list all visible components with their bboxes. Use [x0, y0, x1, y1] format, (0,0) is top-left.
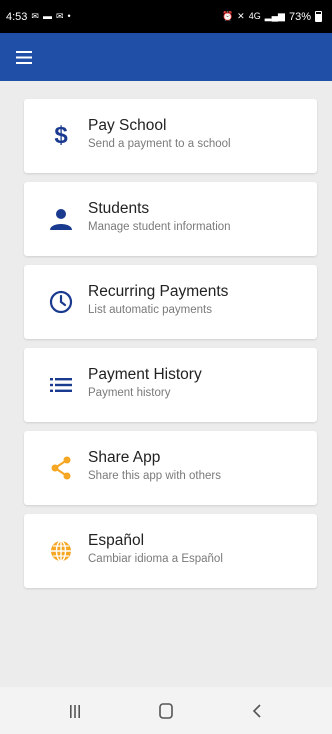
menu-item-students[interactable]: Students Manage student information: [24, 182, 317, 256]
menu-item-subtitle: Cambiar idioma a Español: [88, 553, 223, 565]
menu-item-title: Pay School: [88, 117, 167, 134]
menu-item-subtitle: List automatic payments: [88, 304, 213, 316]
menu-item-espanol[interactable]: Español Cambiar idioma a Español: [24, 514, 317, 588]
menu-item-subtitle: Send a payment to a school: [88, 138, 231, 150]
status-left: 4:53 ✉ ▬ ✉ •: [6, 11, 71, 23]
status-right: ⏰ ✕ 4G ▂▄▆ 73%: [222, 11, 322, 23]
menu-item-share-app[interactable]: Share App Share this app with others: [24, 431, 317, 505]
dot-icon: •: [67, 11, 71, 21]
share-icon: [46, 453, 76, 483]
menu-item-payment-history[interactable]: Payment History Payment history: [24, 348, 317, 422]
menu-button[interactable]: [8, 41, 40, 73]
battery-percent: 73%: [288, 10, 311, 23]
app-bar: [0, 33, 332, 81]
menu-list: $ Pay School Send a payment to a school …: [0, 81, 332, 687]
globe-icon: [46, 536, 76, 566]
status-time: 4:53: [6, 10, 28, 23]
recents-button[interactable]: [55, 695, 95, 727]
message-icon: ▬: [42, 11, 52, 21]
menu-item-pay-school[interactable]: $ Pay School Send a payment to a school: [24, 99, 317, 173]
clock-icon: [46, 287, 76, 317]
battery-icon: [315, 11, 322, 22]
signal-icon: ▂▄▆: [264, 11, 285, 21]
menu-item-subtitle: Payment history: [88, 387, 171, 399]
system-nav-bar: [0, 687, 332, 734]
menu-item-recurring-payments[interactable]: Recurring Payments List automatic paymen…: [24, 265, 317, 339]
home-icon: [159, 703, 173, 719]
menu-item-subtitle: Manage student information: [88, 221, 231, 233]
back-icon: [252, 704, 261, 718]
menu-item-title: Share App: [88, 449, 161, 466]
menu-item-title: Students: [88, 200, 150, 217]
recents-icon: [70, 704, 80, 718]
menu-item-title: Español: [88, 532, 145, 549]
menu-item-title: Recurring Payments: [88, 283, 229, 300]
list-icon: [46, 370, 76, 400]
network-icon: 4G: [248, 11, 261, 21]
mute-icon: ✕: [237, 11, 245, 21]
status-bar: 4:53 ✉ ▬ ✉ • ⏰ ✕ 4G ▂▄▆ 73%: [0, 0, 332, 33]
home-button[interactable]: [146, 695, 186, 727]
person-icon: [46, 204, 76, 234]
alarm-icon: ⏰: [221, 11, 234, 21]
hamburger-icon: [16, 50, 32, 64]
menu-item-subtitle: Share this app with others: [88, 470, 221, 482]
mail-icon: ✉: [55, 11, 64, 21]
mail-icon: ✉: [31, 11, 39, 21]
dollar-icon: $: [54, 122, 68, 149]
menu-item-title: Payment History: [88, 366, 202, 383]
back-button[interactable]: [237, 695, 277, 727]
